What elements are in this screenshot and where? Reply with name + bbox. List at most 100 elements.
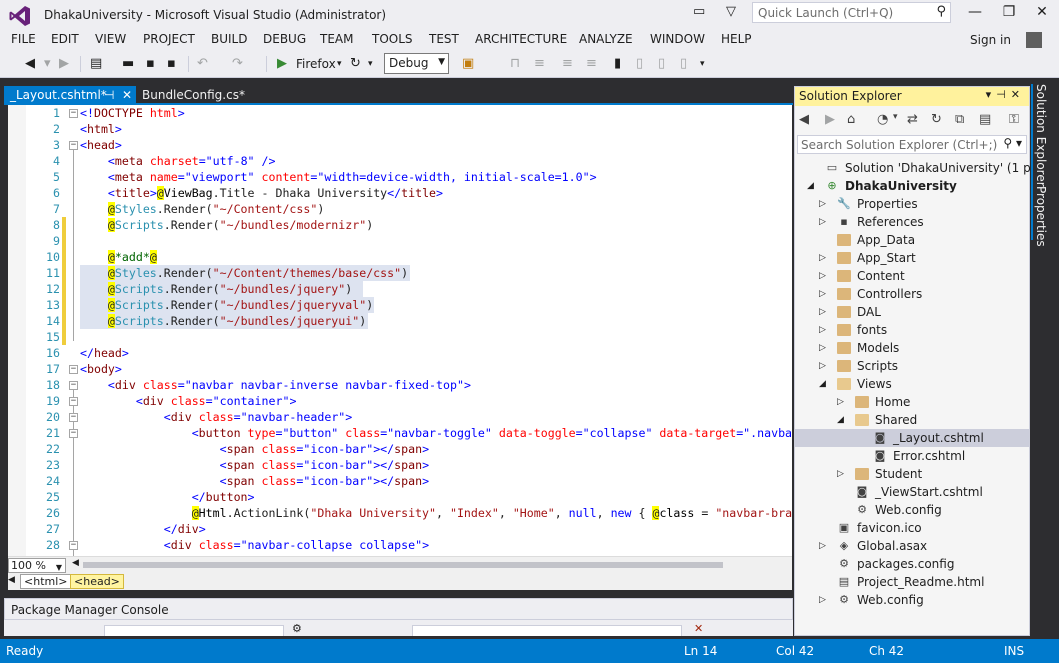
tree-node[interactable]: ▷ Content	[795, 267, 1029, 285]
menu-view[interactable]: VIEW	[95, 32, 126, 46]
tab-layout-cshtml[interactable]: _Layout.cshtml* ⊣ ✕	[4, 86, 136, 104]
tree-node[interactable]: ◙ _Layout.cshtml	[795, 429, 1029, 447]
code-line[interactable]: 12 @Scripts.Render("~/bundles/jquery")	[8, 281, 792, 297]
expand-arrow-icon[interactable]: ▷	[819, 537, 826, 555]
redo-icon[interactable]: ↷	[232, 56, 243, 72]
auto-hide-pin-icon[interactable]: ⊣	[996, 88, 1011, 101]
settings-gear-icon[interactable]: ⚙	[292, 622, 302, 635]
menu-architecture[interactable]: ARCHITECTURE	[475, 32, 567, 46]
collapse-region-icon[interactable]: −	[69, 541, 78, 550]
toolbar-overflow-icon[interactable]: ▾	[700, 56, 705, 72]
breadcrumb-left-icon[interactable]: ◀	[8, 575, 15, 585]
tree-node[interactable]: ▷ DAL	[795, 303, 1029, 321]
solution-explorer-search-input[interactable]: Search Solution Explorer (Ctrl+;) ⚲ ▾	[797, 135, 1027, 154]
package-source-select[interactable]	[104, 625, 284, 636]
restore-button[interactable]: ❐	[992, 0, 1026, 26]
code-line[interactable]: 2 <html>	[8, 121, 792, 137]
start-debugging-icon[interactable]: ▶	[277, 56, 287, 72]
collapse-arrow-icon[interactable]: ◢	[837, 411, 844, 429]
tree-node[interactable]: ▷ ▪ References	[795, 213, 1029, 231]
code-line[interactable]: 25 </button>	[8, 489, 792, 505]
tree-node[interactable]: ⚙ packages.config	[795, 555, 1029, 573]
feedback-icon[interactable]: ▭	[693, 4, 705, 19]
solution-configuration-select[interactable]: Debug ▼	[384, 53, 449, 74]
expand-arrow-icon[interactable]: ▷	[819, 321, 826, 339]
code-line[interactable]: 15	[8, 329, 792, 345]
code-line[interactable]: 9	[8, 233, 792, 249]
refresh-browser-icon[interactable]: ↻	[350, 56, 361, 72]
code-line[interactable]: 28− <div class="navbar-collapse collapse…	[8, 537, 792, 553]
tree-node[interactable]: ◙ _ViewStart.cshtml	[795, 483, 1029, 501]
expand-arrow-icon[interactable]: ▷	[819, 285, 826, 303]
clear-console-icon[interactable]: ✕	[694, 622, 703, 635]
new-project-icon[interactable]: ▤	[90, 56, 102, 72]
open-file-icon[interactable]: ▬	[122, 56, 134, 72]
scroll-left-icon[interactable]: ◀	[72, 558, 79, 568]
menu-project[interactable]: PROJECT	[143, 32, 195, 46]
menu-help[interactable]: HELP	[721, 32, 752, 46]
undo-icon[interactable]: ↶	[197, 56, 208, 72]
code-line[interactable]: 20− <div class="navbar-header">	[8, 409, 792, 425]
code-line[interactable]: 5 <meta name="viewport" content="width=d…	[8, 169, 792, 185]
expand-arrow-icon[interactable]: ▷	[819, 339, 826, 357]
zoom-select[interactable]: 100 % ▼	[8, 558, 66, 573]
save-icon[interactable]: ▪	[146, 56, 155, 72]
menu-file[interactable]: FILE	[11, 32, 36, 46]
quick-launch-input[interactable]: Quick Launch (Ctrl+Q) ⚲	[752, 2, 951, 23]
previous-bookmark-icon[interactable]: ▯	[636, 56, 643, 72]
tree-node[interactable]: ▭ Solution 'DhakaUniversity' (1 project)	[795, 159, 1059, 177]
expand-arrow-icon[interactable]: ▷	[819, 591, 826, 609]
tree-node[interactable]: ▷ Student	[795, 465, 1029, 483]
code-line[interactable]: 10 @*add*@	[8, 249, 792, 265]
code-line[interactable]: 17− <body>	[8, 361, 792, 377]
tree-node[interactable]: ▷ ◈ Global.asax	[795, 537, 1029, 555]
collapse-region-icon[interactable]: −	[69, 141, 78, 150]
pending-changes-filter-icon[interactable]: ◔	[877, 112, 888, 127]
rail-tab-solution-explorer[interactable]: Solution Explorer	[1034, 84, 1048, 187]
expand-arrow-icon[interactable]: ▷	[837, 465, 844, 483]
menu-debug[interactable]: DEBUG	[263, 32, 306, 46]
code-line[interactable]: 21− <button type="button" class="navbar-…	[8, 425, 792, 441]
menu-test[interactable]: TEST	[429, 32, 459, 46]
minimize-button[interactable]: —	[958, 0, 992, 26]
package-manager-console-header[interactable]: Package Manager Console	[4, 598, 793, 620]
tree-node[interactable]: ◢ Views	[795, 375, 1029, 393]
next-bookmark-icon[interactable]: ▯	[658, 56, 665, 72]
window-position-icon[interactable]: ▾	[986, 88, 997, 101]
navigate-back-dropdown-icon[interactable]: ▾	[44, 56, 51, 72]
tree-node[interactable]: ▷ Models	[795, 339, 1029, 357]
code-line[interactable]: 23 <span class="icon-bar"></span>	[8, 457, 792, 473]
menu-tools[interactable]: TOOLS	[372, 32, 413, 46]
tree-node[interactable]: ▤ Project_Readme.html	[795, 573, 1029, 591]
code-line[interactable]: 24 <span class="icon-bar"></span>	[8, 473, 792, 489]
home-icon[interactable]: ⌂	[847, 112, 855, 127]
tree-node[interactable]: ▷ 🔧 Properties	[795, 195, 1029, 213]
menu-build[interactable]: BUILD	[211, 32, 247, 46]
code-line[interactable]: 16 </head>	[8, 345, 792, 361]
code-line[interactable]: 1− <!DOCTYPE html>	[8, 105, 792, 121]
collapse-arrow-icon[interactable]: ◢	[819, 375, 826, 393]
format-icon[interactable]: ≡	[534, 56, 545, 72]
code-line[interactable]: 6 <title>@ViewBag.Title - Dhaka Universi…	[8, 185, 792, 201]
close-tab-icon[interactable]: ✕	[122, 86, 132, 104]
tree-node[interactable]: ▣ favicon.ico	[795, 519, 1029, 537]
tree-node[interactable]: ▷ App_Start	[795, 249, 1029, 267]
navigate-forward-icon[interactable]: ▶	[59, 56, 69, 72]
sign-in-link[interactable]: Sign in	[970, 33, 1011, 47]
tree-node[interactable]: ◙ Error.cshtml	[795, 447, 1029, 465]
collapse-region-icon[interactable]: −	[69, 397, 78, 406]
collapse-region-icon[interactable]: −	[69, 429, 78, 438]
run-target-label[interactable]: Firefox	[296, 56, 336, 72]
collapse-arrow-icon[interactable]: ◢	[807, 177, 814, 195]
find-in-files-icon[interactable]: ▣	[462, 56, 474, 72]
pin-tab-icon[interactable]: ⊣	[104, 86, 114, 104]
code-line[interactable]: 7 @Styles.Render("~/Content/css")	[8, 201, 792, 217]
tab-bundleconfig-cs[interactable]: BundleConfig.cs*	[136, 86, 248, 104]
back-icon[interactable]: ◀	[799, 112, 809, 127]
expand-arrow-icon[interactable]: ▷	[837, 393, 844, 411]
expand-arrow-icon[interactable]: ▷	[819, 357, 826, 375]
expand-arrow-icon[interactable]: ▷	[819, 195, 826, 213]
collapse-region-icon[interactable]: −	[69, 381, 78, 390]
filter-dropdown-icon[interactable]: ▾	[893, 112, 898, 122]
collapse-all-icon[interactable]: ⧉	[955, 112, 964, 127]
